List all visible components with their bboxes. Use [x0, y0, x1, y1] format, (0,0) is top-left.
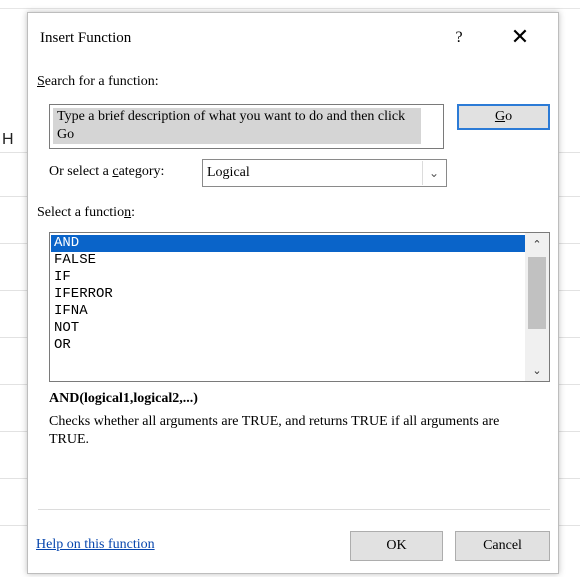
- cancel-button[interactable]: Cancel: [455, 531, 550, 561]
- function-list-item[interactable]: IF: [51, 269, 525, 286]
- chevron-down-icon[interactable]: ⌄: [422, 161, 445, 185]
- gridline: [0, 243, 27, 244]
- gridline: [0, 478, 27, 479]
- gridline: [559, 525, 580, 526]
- go-button[interactable]: Go: [457, 104, 550, 130]
- footer-divider: [38, 509, 550, 510]
- dialog-titlebar[interactable]: Insert Function ? ✕: [28, 13, 558, 59]
- search-label: Search for a function:: [37, 74, 159, 89]
- category-label: Or select a category:: [49, 164, 165, 179]
- function-list-item[interactable]: FALSE: [51, 252, 525, 269]
- category-dropdown[interactable]: Logical ⌄: [202, 159, 447, 187]
- gridline: [559, 196, 580, 197]
- spreadsheet-top-strip: [0, 0, 580, 9]
- gridline: [559, 478, 580, 479]
- column-header-letter: H: [2, 131, 14, 148]
- gridline: [559, 431, 580, 432]
- gridline: [0, 337, 27, 338]
- function-list-label: Select a function:: [37, 205, 135, 220]
- scroll-up-icon[interactable]: ⌃: [525, 235, 549, 255]
- function-list-item[interactable]: AND: [51, 235, 525, 252]
- function-list-item[interactable]: NOT: [51, 320, 525, 337]
- gridline: [0, 384, 27, 385]
- help-on-function-link[interactable]: Help on this function: [36, 537, 155, 553]
- function-list-item[interactable]: IFNA: [51, 303, 525, 320]
- gridline: [559, 243, 580, 244]
- function-list-item[interactable]: OR: [51, 337, 525, 354]
- function-description: Checks whether all arguments are TRUE, a…: [49, 414, 500, 447]
- insert-function-dialog: Insert Function ? ✕ Search for a functio…: [27, 12, 559, 574]
- gridline: [0, 196, 27, 197]
- function-list-item[interactable]: IFERROR: [51, 286, 525, 303]
- close-button[interactable]: ✕: [498, 23, 542, 53]
- gridline: [0, 290, 27, 291]
- gridline: [0, 431, 27, 432]
- function-list-items: AND FALSE IF IFERROR IFNA NOT OR: [51, 235, 525, 354]
- scroll-thumb[interactable]: [528, 257, 546, 329]
- help-button[interactable]: ?: [441, 23, 477, 53]
- dialog-title: Insert Function: [40, 30, 132, 46]
- gridline: [559, 337, 580, 338]
- category-selected-value: Logical: [207, 165, 250, 180]
- function-signature: AND(logical1,logical2,...): [49, 391, 198, 406]
- gridline: [559, 384, 580, 385]
- ok-button[interactable]: OK: [350, 531, 443, 561]
- scroll-down-icon[interactable]: ⌄: [525, 361, 549, 381]
- gridline: [559, 152, 580, 153]
- gridline: [0, 152, 27, 153]
- search-input[interactable]: Type a brief description of what you wan…: [49, 104, 444, 149]
- gridline: [559, 290, 580, 291]
- gridline: [0, 525, 27, 526]
- function-list[interactable]: AND FALSE IF IFERROR IFNA NOT OR ⌃ ⌄: [49, 232, 550, 382]
- function-list-scrollbar[interactable]: ⌃ ⌄: [525, 233, 549, 381]
- search-input-value: Type a brief description of what you wan…: [53, 108, 421, 144]
